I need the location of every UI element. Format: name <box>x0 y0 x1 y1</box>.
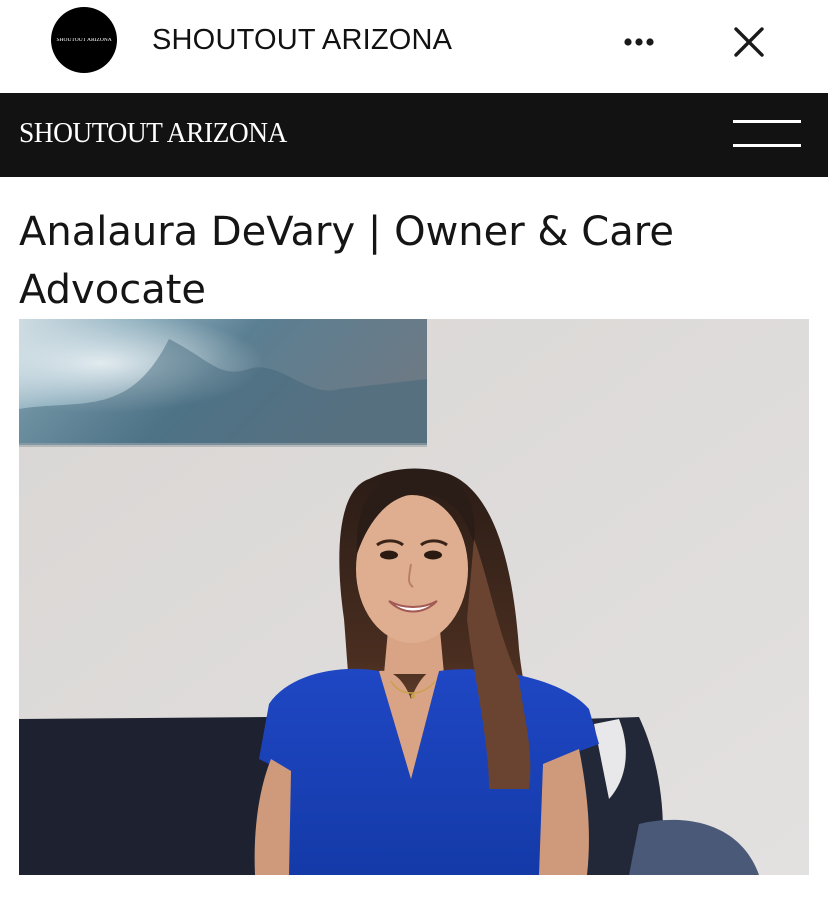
close-button[interactable] <box>726 19 772 65</box>
app-top-bar: SHOUTOUT ARIZONA SHOUTOUT ARIZONA <box>0 0 828 93</box>
portrait-illustration <box>19 319 809 875</box>
hero-portrait-photo[interactable] <box>19 319 809 875</box>
more-horizontal-icon <box>624 38 654 46</box>
more-options-button[interactable] <box>614 22 664 62</box>
article-title: Analaura DeVary | Owner & Care Advocate <box>19 209 674 313</box>
avatar-label: SHOUTOUT ARIZONA <box>56 37 112 43</box>
site-avatar[interactable]: SHOUTOUT ARIZONA <box>51 7 117 73</box>
close-icon <box>734 27 764 57</box>
hamburger-menu-button[interactable] <box>730 117 804 153</box>
site-logo[interactable]: SHOUTOUT ARIZONA <box>19 118 287 150</box>
app-title: SHOUTOUT ARIZONA <box>152 24 453 56</box>
